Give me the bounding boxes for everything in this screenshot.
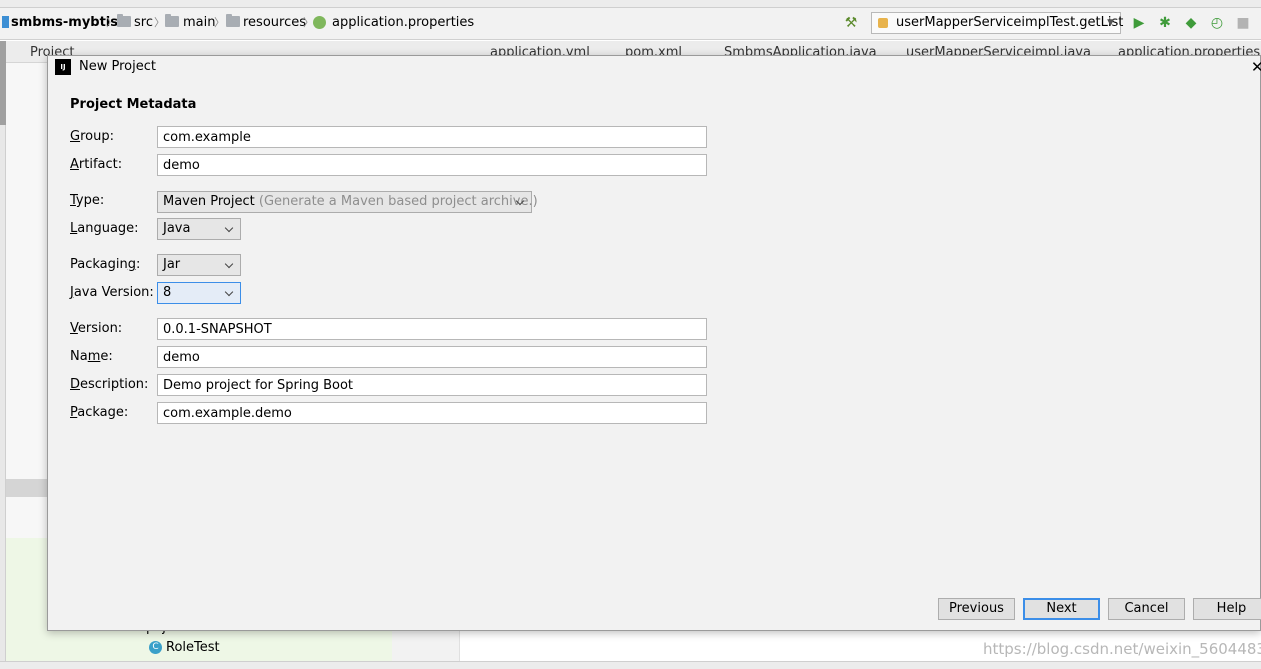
profile-icon[interactable]: ◴ — [1209, 15, 1225, 31]
coverage-icon[interactable]: ◆ — [1183, 15, 1199, 31]
chevron-down-icon — [224, 255, 236, 275]
java-version-label: Java Version: — [70, 285, 154, 300]
label-rest: anguage: — [77, 221, 139, 236]
breadcrumb-file[interactable]: application.properties — [332, 14, 474, 32]
project-icon — [2, 16, 9, 28]
label-rest: escription: — [80, 377, 149, 392]
type-select-hint: (Generate a Maven based project archive.… — [258, 194, 538, 209]
chevron-down-icon — [224, 219, 236, 239]
resources-folder-icon — [226, 14, 240, 27]
name-input[interactable] — [157, 346, 707, 368]
label-rest: ackage: — [77, 405, 129, 420]
dialog-title: New Project — [79, 59, 156, 74]
breadcrumb-main[interactable]: main — [183, 14, 215, 32]
group-label: Group: — [70, 129, 114, 144]
breadcrumb-project[interactable]: smbms-mybtis — [11, 14, 118, 32]
packaging-label: Packaging: — [70, 257, 140, 272]
new-project-dialog: IJ New Project ✕ Project Metadata Group:… — [47, 55, 1261, 631]
label-rest: rtifact: — [78, 157, 123, 172]
debug-icon[interactable]: ✱ — [1157, 15, 1173, 31]
help-button[interactable]: Help — [1193, 598, 1261, 620]
language-select[interactable]: Java — [157, 218, 241, 240]
mnemonic: A — [70, 157, 79, 172]
artifact-label: Artifact: — [70, 157, 122, 172]
label-text: : — [136, 257, 141, 272]
stop-icon[interactable]: ■ — [1235, 15, 1251, 31]
mnemonic: g — [127, 257, 137, 272]
test-config-icon — [878, 18, 888, 28]
mnemonic: m — [87, 349, 101, 364]
next-button[interactable]: Next — [1023, 598, 1100, 620]
intellij-app-icon: IJ — [55, 59, 71, 75]
breadcrumb-resources[interactable]: resources — [243, 14, 306, 32]
window-top-strip — [0, 0, 1261, 8]
artifact-input[interactable] — [157, 154, 707, 176]
type-label: Type: — [70, 193, 104, 208]
name-label: Name: — [70, 349, 113, 364]
java-version-select-value: 8 — [163, 285, 172, 300]
chevron-down-icon: ▼ — [1107, 18, 1114, 28]
dialog-title-bar[interactable]: IJ New Project ✕ — [48, 56, 1261, 79]
label-text: Na — [70, 349, 88, 364]
description-label: Description: — [70, 377, 148, 392]
label-rest: Packaging: — [70, 257, 140, 272]
description-input[interactable] — [157, 374, 707, 396]
packaging-select[interactable]: Jar — [157, 254, 241, 276]
run-configuration-dropdown[interactable]: userMapperServiceimplTest.getList ▼ — [871, 12, 1124, 34]
class-icon: C — [149, 641, 162, 654]
mnemonic: V — [70, 321, 78, 336]
package-input[interactable] — [157, 402, 707, 424]
label-text: Packagin — [70, 257, 128, 272]
version-input[interactable] — [157, 318, 707, 340]
label-rest: ersion: — [77, 321, 123, 336]
section-title: Project Metadata — [70, 97, 197, 112]
packaging-select-value: Jar — [163, 257, 181, 272]
version-label: Version: — [70, 321, 122, 336]
breadcrumb-src[interactable]: src — [134, 14, 153, 32]
label-text: e: — [100, 349, 113, 364]
spring-leaf-icon — [313, 16, 326, 29]
tree-item-roletest[interactable]: RoleTest — [166, 640, 220, 655]
language-label: Language: — [70, 221, 139, 236]
folder-icon — [117, 14, 131, 27]
previous-button[interactable]: Previous — [938, 598, 1015, 620]
type-select[interactable]: Maven Project (Generate a Maven based pr… — [157, 191, 538, 213]
language-select-value: Java — [163, 221, 191, 236]
build-hammer-icon[interactable]: ⚒ — [843, 15, 859, 31]
cancel-button[interactable]: Cancel — [1108, 598, 1185, 620]
watermark: https://blog.csdn.net/weixin_56044831 — [983, 640, 1261, 658]
folder-icon — [165, 14, 179, 27]
label-rest: ype: — [75, 193, 105, 208]
package-label: Package: — [70, 405, 128, 420]
chevron-down-icon — [224, 283, 236, 303]
group-input[interactable] — [157, 126, 707, 148]
breadcrumb-separator-icon: 〉 — [106, 16, 117, 29]
breadcrumb-separator-icon: 〉 — [154, 16, 165, 29]
java-version-select[interactable]: 8 — [157, 282, 241, 304]
type-select-value: Maven Project — [163, 194, 255, 209]
close-icon[interactable]: ✕ — [1251, 58, 1261, 76]
status-bar — [0, 661, 1261, 669]
mnemonic: G — [70, 129, 81, 144]
label-rest: ava Version: — [73, 285, 154, 300]
label-rest: Name: — [70, 349, 113, 364]
run-icon[interactable]: ▶ — [1131, 15, 1147, 31]
breadcrumb-separator-icon: 〉 — [214, 16, 225, 29]
label-rest: roup: — [80, 129, 114, 144]
run-configuration-label: userMapperServiceimplTest.getList — [896, 15, 1124, 30]
mnemonic: D — [70, 377, 81, 392]
chevron-down-icon — [515, 192, 527, 212]
